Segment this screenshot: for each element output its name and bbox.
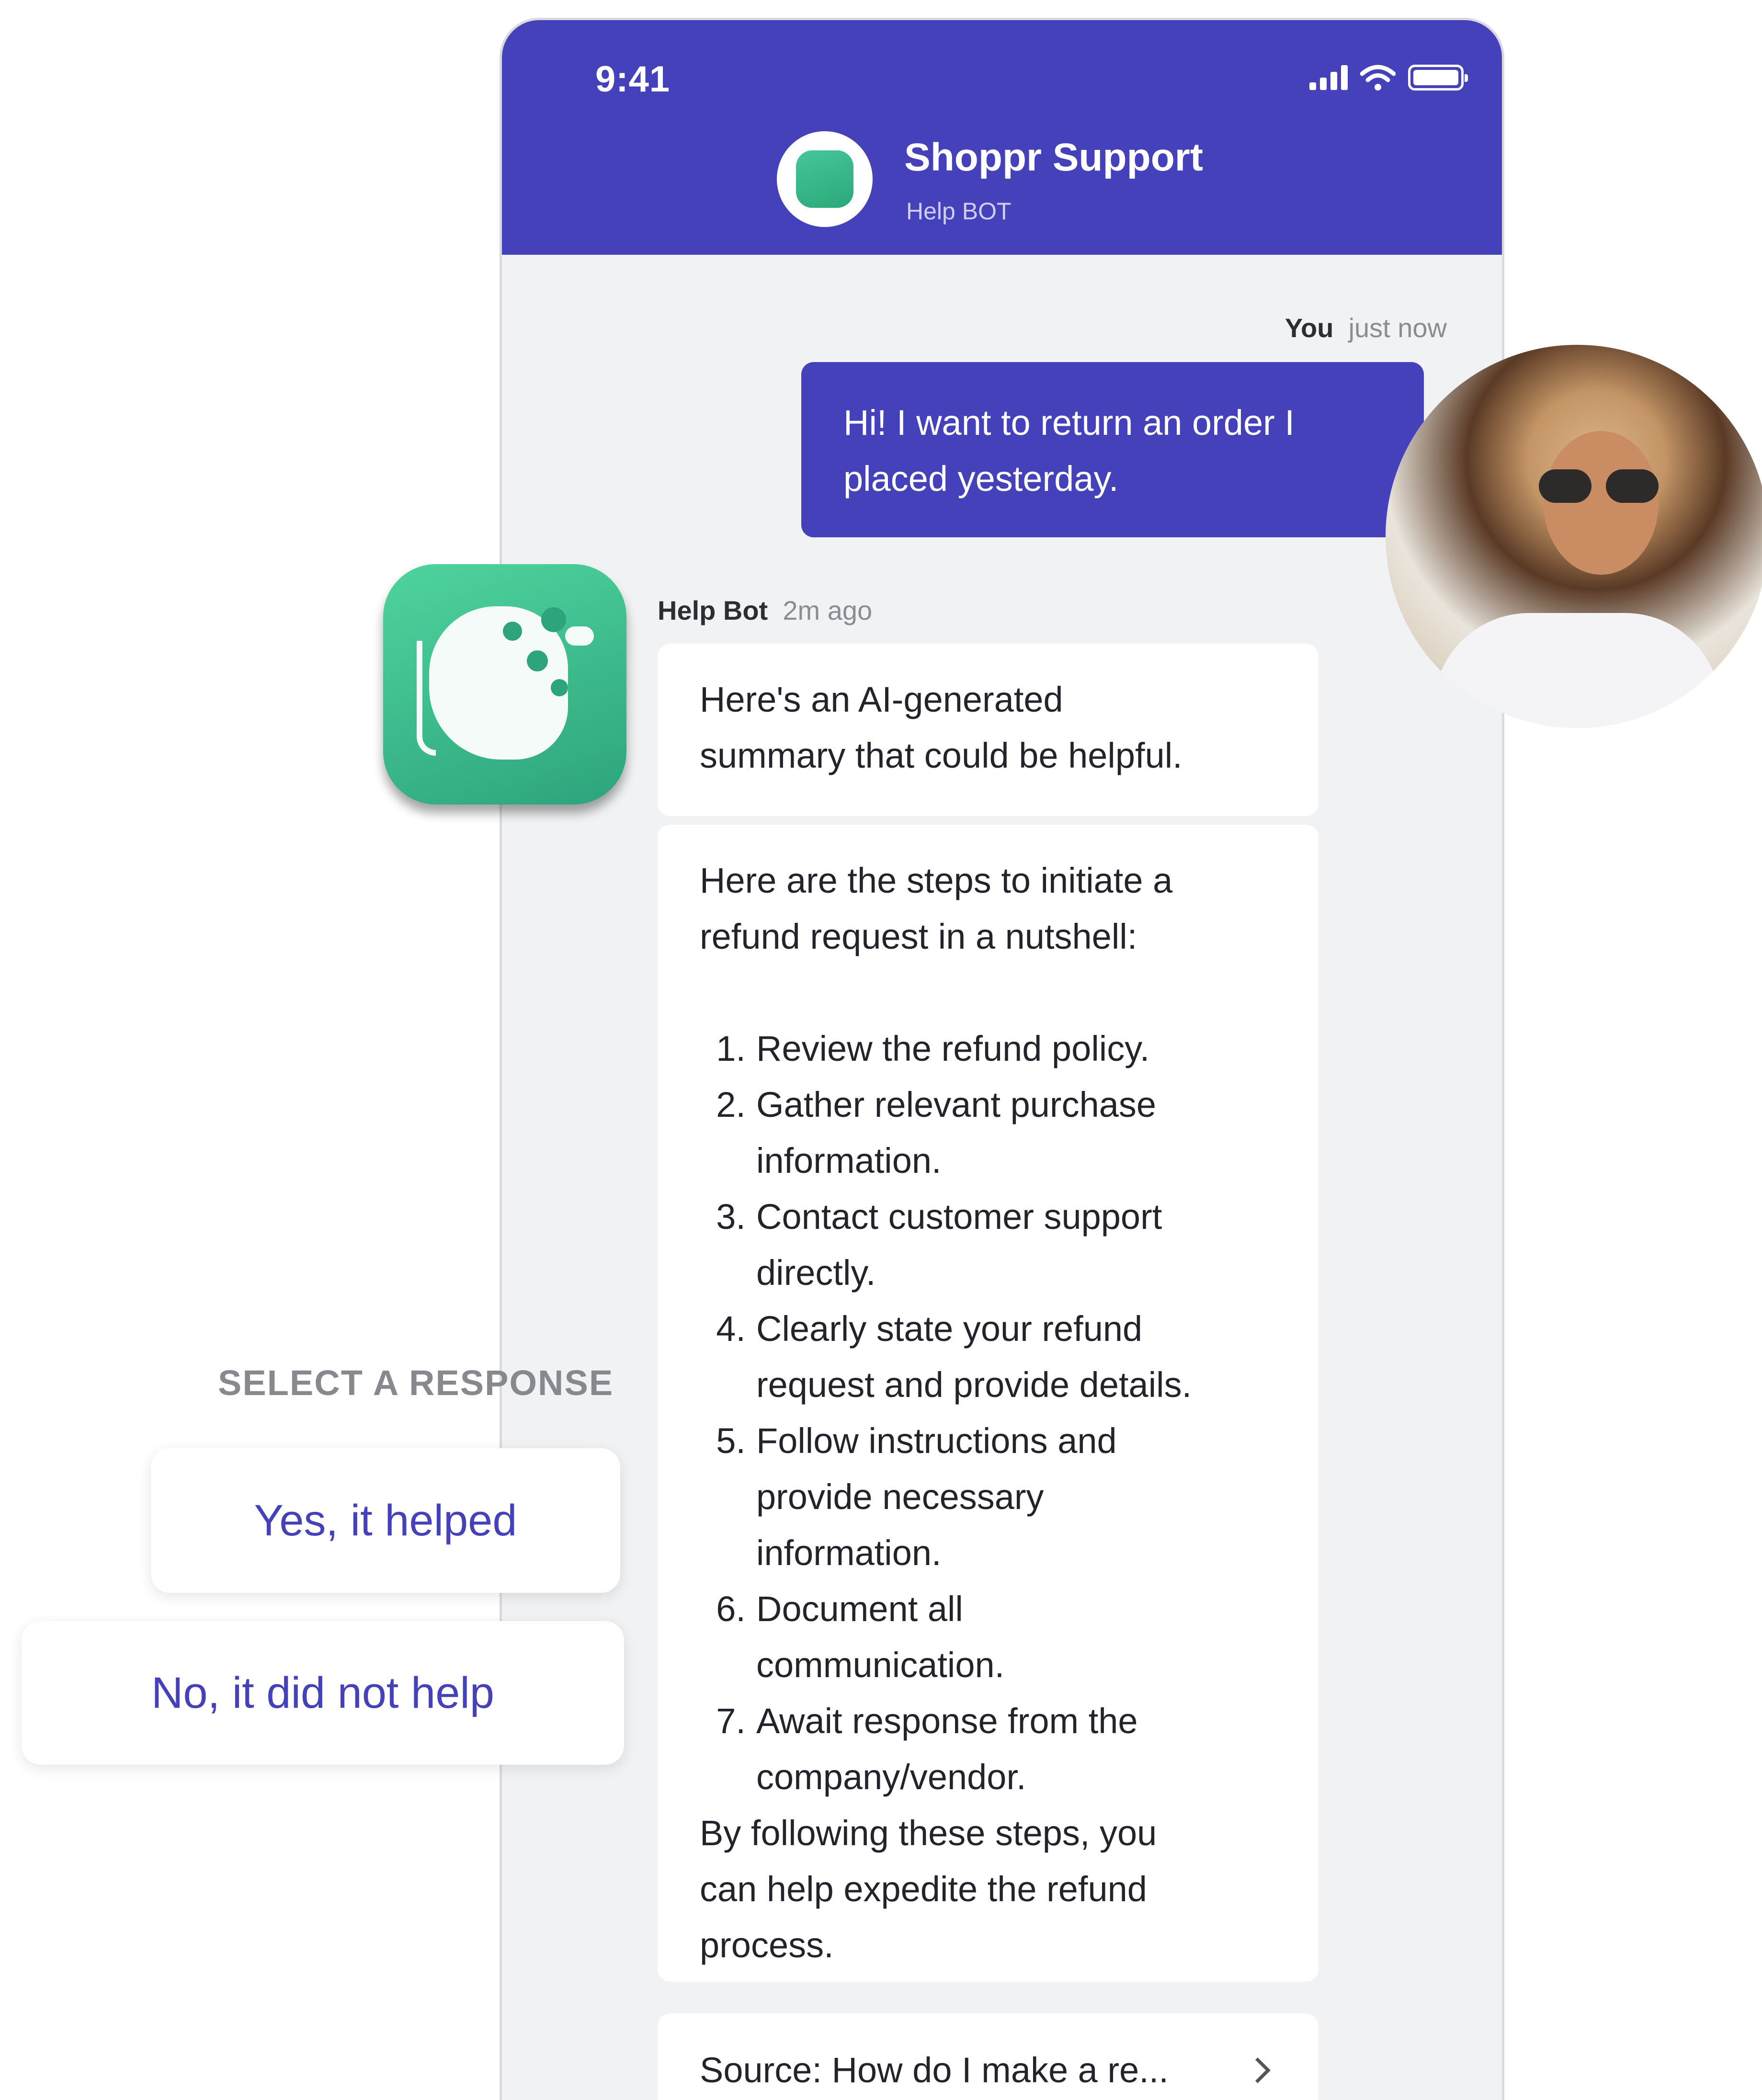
- user-message-line: placed yesterday.: [843, 459, 1119, 499]
- step-text: Gather relevant purchase information.: [756, 1077, 1156, 1189]
- bot-time: 2m ago: [783, 595, 873, 625]
- source-text: Source: How do I make a re...: [700, 2050, 1169, 2090]
- bot-head-icon: [796, 150, 853, 208]
- steps-list: 1. Review the refund policy. 2. Gather rele…: [700, 1021, 1276, 1805]
- bot-summary-bubble: Here are the steps to initiate a refund …: [658, 825, 1319, 1982]
- step-line: Review the refund policy.: [756, 1029, 1150, 1068]
- step-number: 6.: [716, 1589, 746, 1629]
- step-item: 5. Follow instructions and provide necessa…: [700, 1413, 1276, 1581]
- step-number: 3.: [716, 1197, 746, 1237]
- step-line: Clearly state your refund: [756, 1309, 1143, 1349]
- step-text: Follow instructions and provide necessary…: [756, 1413, 1117, 1581]
- summary-intro-line: refund request in a nutshell:: [700, 917, 1137, 956]
- bot-intro-line: Here's an AI-generated: [700, 680, 1063, 719]
- step-line: Contact customer support: [756, 1197, 1162, 1237]
- summary-outro-line: By following these steps, you: [700, 1813, 1157, 1853]
- step-number: 1.: [716, 1029, 746, 1068]
- step-item: 1. Review the refund policy.: [700, 1021, 1276, 1077]
- source-link[interactable]: Source: How do I make a re...: [658, 2013, 1319, 2100]
- step-item: 2. Gather relevant purchase information.: [700, 1077, 1276, 1189]
- step-item: 4. Clearly state your refund request and p…: [700, 1301, 1276, 1413]
- step-line: company/vendor.: [756, 1757, 1026, 1797]
- phone-frame: 9:41 Shoppr Support Help BOT You just no…: [502, 20, 1502, 2100]
- user-message-bubble: Hi! I want to return an order I placed y…: [801, 362, 1424, 537]
- step-line: provide necessary: [756, 1477, 1044, 1517]
- bot-intro-line: summary that could be helpful.: [700, 736, 1182, 775]
- user-message-meta: You just now: [1285, 312, 1447, 343]
- chat-header: 9:41 Shoppr Support Help BOT: [502, 20, 1502, 255]
- header-bot-avatar: [777, 131, 873, 227]
- user-time: just now: [1348, 313, 1447, 343]
- user-avatar: [1386, 345, 1762, 728]
- bot-sender: Help Bot: [658, 595, 768, 625]
- step-line: information.: [756, 1533, 942, 1573]
- step-number: 4.: [716, 1309, 746, 1349]
- bot-avatar-large: [383, 564, 626, 805]
- header-subtitle: Help BOT: [906, 198, 1012, 225]
- battery-icon: [1408, 65, 1468, 91]
- no-not-helped-button[interactable]: No, it did not help: [22, 1621, 624, 1765]
- step-number: 7.: [716, 1701, 746, 1741]
- status-time: 9:41: [595, 59, 671, 100]
- step-item: 6. Document all communication.: [700, 1581, 1276, 1693]
- status-icons: [1309, 64, 1468, 91]
- step-line: request and provide details.: [756, 1365, 1192, 1405]
- summary-outro-line: process.: [700, 1925, 834, 1965]
- chevron-right-icon: [1245, 2057, 1271, 2083]
- wifi-icon: [1360, 65, 1396, 91]
- bot-message-meta: Help Bot 2m ago: [658, 595, 872, 626]
- step-line: Await response from the: [756, 1701, 1138, 1741]
- bot-intro-bubble: Here's an AI-generated summary that coul…: [658, 644, 1319, 816]
- step-item: 3. Contact customer support directly.: [700, 1189, 1276, 1301]
- summary-outro-line: can help expedite the refund: [700, 1869, 1147, 1909]
- step-text: Document all communication.: [756, 1581, 1004, 1693]
- step-line: Gather relevant purchase: [756, 1085, 1157, 1124]
- yes-helped-button[interactable]: Yes, it helped: [151, 1448, 620, 1593]
- step-line: information.: [756, 1141, 942, 1181]
- user-message-line: Hi! I want to return an order I: [843, 403, 1295, 443]
- step-number: 5.: [716, 1421, 746, 1461]
- step-line: Follow instructions and: [756, 1421, 1117, 1461]
- step-text: Await response from the company/vendor.: [756, 1693, 1138, 1805]
- step-line: communication.: [756, 1645, 1005, 1685]
- summary-intro-line: Here are the steps to initiate a: [700, 861, 1173, 900]
- step-line: Document all: [756, 1589, 963, 1629]
- step-number: 2.: [716, 1085, 746, 1124]
- step-text: Contact customer support directly.: [756, 1189, 1162, 1301]
- header-title: Shoppr Support: [904, 136, 1204, 179]
- step-line: directly.: [756, 1253, 876, 1293]
- step-text: Clearly state your refund request and pro…: [756, 1301, 1192, 1413]
- select-response-label: SELECT A RESPONSE: [218, 1363, 614, 1403]
- signal-icon: [1309, 65, 1348, 90]
- step-item: 7. Await response from the company/vendor.: [700, 1693, 1276, 1805]
- step-text: Review the refund policy.: [756, 1021, 1149, 1077]
- user-sender: You: [1285, 313, 1334, 343]
